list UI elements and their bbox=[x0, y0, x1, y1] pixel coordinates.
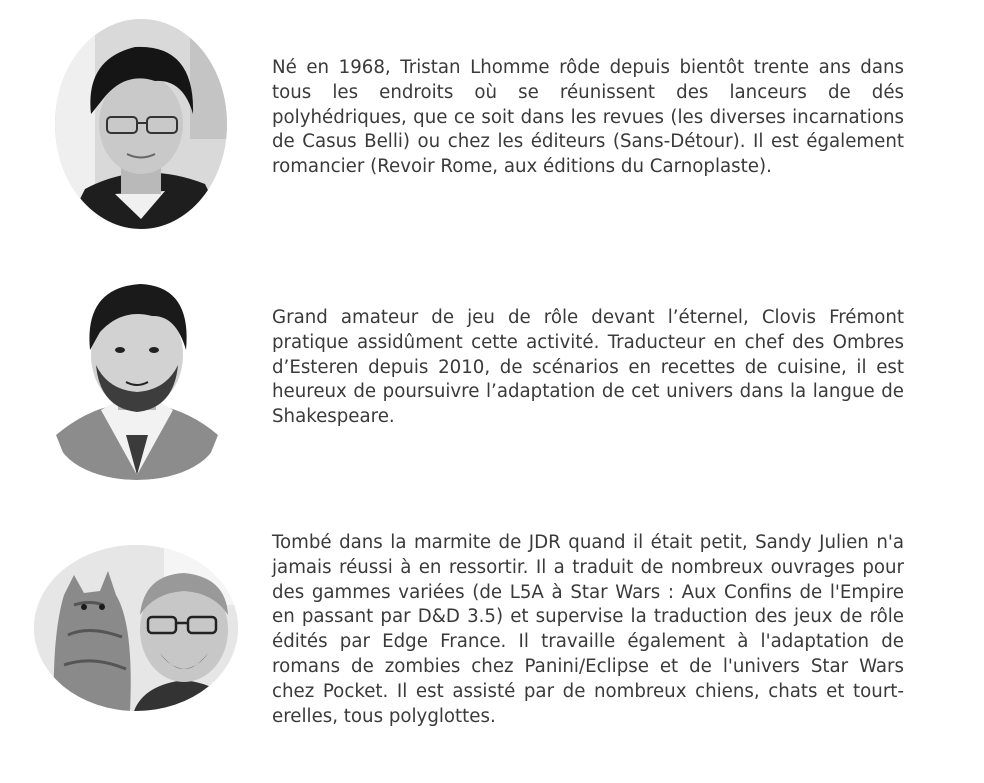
person-portrait-icon bbox=[55, 19, 227, 229]
bio-text: Grand amateur de jeu de rôle devant l’ét… bbox=[272, 307, 904, 428]
person-with-cat-portrait-icon bbox=[34, 545, 238, 711]
bio-text: Tombé dans la marmite de JDR quand il ét… bbox=[272, 532, 904, 727]
person-portrait-icon bbox=[56, 270, 218, 480]
bio-text: Né en 1968, Tristan Lhomme rôde depuis b… bbox=[272, 57, 904, 178]
